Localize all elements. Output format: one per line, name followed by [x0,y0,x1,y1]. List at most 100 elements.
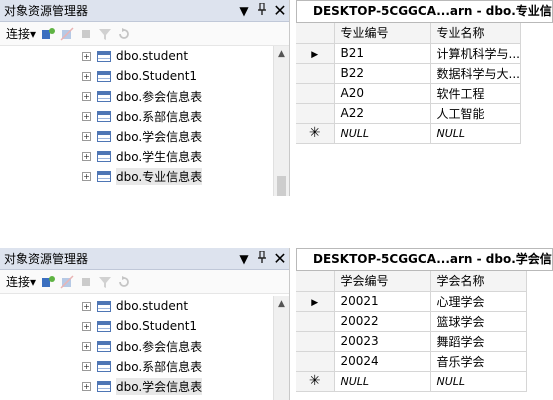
grid-cell[interactable]: B22 [334,63,431,84]
tree-node-table[interactable]: + dbo.系部信息表 [0,106,273,126]
pin-icon[interactable] [253,2,271,18]
grid-header-row: 专业编号 专业名称 [296,23,521,44]
table-row[interactable]: A22 人工智能 [296,103,521,124]
refresh-icon[interactable] [117,275,131,289]
tree-node-table[interactable]: + dbo.student [0,46,273,66]
row-header[interactable]: ✳ [296,371,335,392]
disconnect-icon[interactable] [60,274,74,289]
pin-icon[interactable] [253,250,271,266]
document-tab[interactable]: DESKTOP-5CGGCA...arn - dbo.专业信息表 [296,0,553,22]
row-header[interactable]: ▶ [296,43,335,64]
expand-icon[interactable]: + [82,91,91,101]
grid-cell[interactable]: 软件工程 [430,83,521,104]
tree-node-label: dbo.参会信息表 [116,89,203,104]
column-header[interactable]: 学会名称 [430,271,527,292]
row-header[interactable] [296,63,335,84]
connect-dropdown[interactable]: 连接▾ [6,25,36,42]
tree-node-table[interactable]: + dbo.student [0,296,273,316]
stop-icon[interactable] [79,27,93,41]
close-icon[interactable]: ✕ [271,1,289,20]
row-header[interactable] [296,83,335,104]
column-header[interactable]: 专业名称 [430,23,521,44]
connect-object-explorer-icon[interactable] [41,275,56,289]
table-icon [97,90,111,102]
column-header[interactable]: 专业编号 [334,23,431,44]
expand-icon[interactable]: + [82,321,91,331]
expand-icon[interactable]: + [82,171,91,181]
grid-cell[interactable]: NULL [334,371,431,392]
row-header[interactable] [296,331,335,352]
tree-node-table[interactable]: + dbo.学会信息表 [0,126,273,146]
tree-node-table[interactable]: + dbo.参会信息表 [0,86,273,106]
grid-cell[interactable]: 舞蹈学会 [430,331,527,352]
refresh-icon[interactable] [117,27,131,41]
connect-object-explorer-icon[interactable] [41,27,56,41]
scroll-up-icon[interactable]: ▲ [274,46,289,62]
grid-cell[interactable]: 心理学会 [430,291,527,312]
filter-icon[interactable] [98,275,112,289]
tree-node-table[interactable]: + dbo.系部信息表 [0,356,273,376]
tree-node-table[interactable]: + dbo.Student1 [0,316,273,336]
object-tree: + dbo.student + dbo.Student1 + dbo.参会信息表 + d… [0,46,273,186]
tree-node-table[interactable]: + dbo.学生信息表 [0,146,273,166]
column-header[interactable]: 学会编号 [334,271,431,292]
document-tab[interactable]: DESKTOP-5CGGCA...arn - dbo.学会信息表 [296,248,553,270]
row-header[interactable]: ▶ [296,291,335,312]
expand-icon[interactable]: + [82,301,91,311]
grid-cell[interactable]: NULL [334,123,431,144]
expand-icon[interactable]: + [82,111,91,121]
table-row[interactable]: B22 数据科学与大... [296,63,521,84]
expand-icon[interactable]: + [82,131,91,141]
grid-cell[interactable]: A22 [334,103,431,124]
row-header[interactable] [296,103,335,124]
scroll-up-icon[interactable]: ▲ [274,296,289,312]
scrollbar-thumb[interactable] [277,176,286,196]
row-header[interactable]: ✳ [296,123,335,144]
connect-dropdown[interactable]: 连接▾ [6,273,36,290]
expand-icon[interactable]: + [82,51,91,61]
vertical-scrollbar[interactable]: ▲ [273,46,289,196]
row-header[interactable] [296,311,335,332]
expand-icon[interactable]: + [82,151,91,161]
grid-cell[interactable]: 篮球学会 [430,311,527,332]
vertical-scrollbar[interactable]: ▲ [273,296,289,400]
table-row[interactable]: 20024 音乐学会 [296,351,527,372]
dropdown-icon[interactable]: ▼ [235,4,253,18]
table-row[interactable]: 20022 篮球学会 [296,311,527,332]
dropdown-icon[interactable]: ▼ [235,252,253,266]
expand-icon[interactable]: + [82,341,91,351]
table-row[interactable]: ▶ B21 计算机科学与... [296,43,521,64]
table-row[interactable]: A20 软件工程 [296,83,521,104]
new-row[interactable]: ✳ NULL NULL [296,123,521,144]
grid-cell[interactable]: NULL [430,123,521,144]
grid-cell[interactable]: A20 [334,83,431,104]
filter-icon[interactable] [98,27,112,41]
expand-icon[interactable]: + [82,381,91,391]
grid-cell[interactable]: 20024 [334,351,431,372]
close-icon[interactable]: ✕ [271,249,289,268]
stop-icon[interactable] [79,275,93,289]
expand-icon[interactable]: + [82,71,91,81]
tree-node-table-selected[interactable]: + dbo.学会信息表 [0,376,273,396]
grid-cell[interactable]: 20021 [334,291,431,312]
grid-cell[interactable]: 数据科学与大... [430,63,521,84]
table-row[interactable]: 20023 舞蹈学会 [296,331,527,352]
grid-cell[interactable]: 20022 [334,311,431,332]
grid-cell[interactable]: 音乐学会 [430,351,527,372]
grid-cell[interactable]: 20023 [334,331,431,352]
tree-node-table-selected[interactable]: + dbo.专业信息表 [0,166,273,186]
new-row[interactable]: ✳ NULL NULL [296,371,527,392]
grid-cell[interactable]: B21 [334,43,431,64]
grid-cell[interactable]: 计算机科学与... [430,43,521,64]
object-explorer-titlebar: 对象资源管理器 ▼ ✕ [0,248,289,270]
expand-icon[interactable]: + [82,361,91,371]
row-header-corner[interactable] [296,271,335,292]
disconnect-icon[interactable] [60,26,74,41]
row-header-corner[interactable] [296,23,335,44]
grid-cell[interactable]: NULL [430,371,527,392]
table-row[interactable]: ▶ 20021 心理学会 [296,291,527,312]
tree-node-table[interactable]: + dbo.参会信息表 [0,336,273,356]
row-header[interactable] [296,351,335,372]
tree-node-table[interactable]: + dbo.Student1 [0,66,273,86]
grid-cell[interactable]: 人工智能 [430,103,521,124]
